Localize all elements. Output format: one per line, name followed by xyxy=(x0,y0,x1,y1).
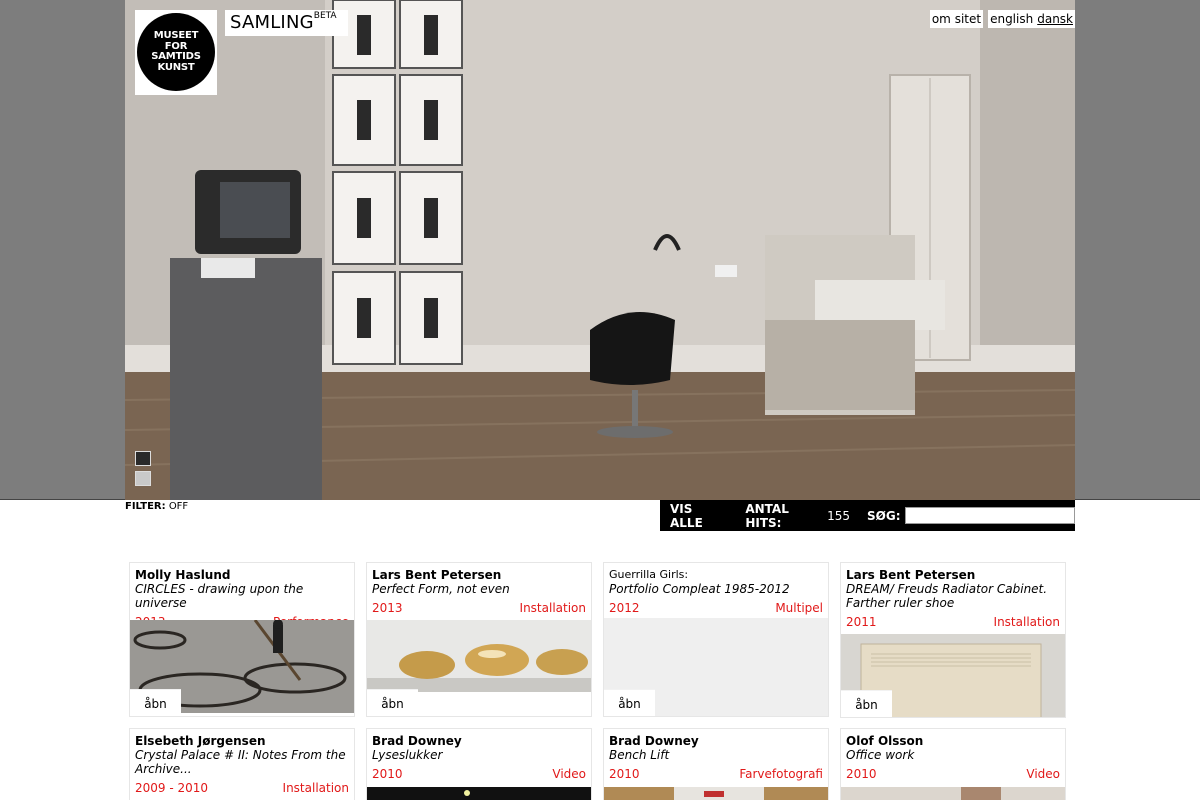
about-link-box: om sitet xyxy=(929,10,984,28)
artwork-card[interactable]: Lars Bent Petersen Perfect Form, not eve… xyxy=(366,562,592,717)
logo-line: MUSEET xyxy=(153,30,199,41)
card-artist: Olof Olsson xyxy=(846,734,924,748)
card-title: DREAM/ Freuds Radiator Cabinet. Farther … xyxy=(846,582,1048,610)
card-artist: Guerrilla Girls: xyxy=(609,568,689,581)
filter-label: FILTER: xyxy=(125,501,166,512)
card-artist: Elsebeth Jørgensen xyxy=(135,734,266,748)
card-title: Perfect Form, not even xyxy=(372,582,510,596)
open-button[interactable]: åbn xyxy=(841,690,892,717)
hits-label: ANTAL HITS: xyxy=(745,501,789,530)
card-category: Multipel xyxy=(775,601,823,615)
artwork-card[interactable]: Brad Downey Lyseslukker 2010 Video xyxy=(366,728,592,800)
show-all-button[interactable]: VIS ALLE xyxy=(670,502,724,530)
card-category: Installation xyxy=(993,615,1060,629)
card-year: 2013 xyxy=(372,601,403,615)
artwork-card[interactable]: Lars Bent Petersen DREAM/ Freuds Radiato… xyxy=(840,562,1066,718)
card-title: Office work xyxy=(846,748,915,762)
card-artist: Brad Downey xyxy=(372,734,462,748)
card-category: Farvefotografi xyxy=(739,767,823,781)
search-bar: VIS ALLE ANTAL HITS: 155 SØG: xyxy=(660,500,1075,531)
search-label: SØG: xyxy=(867,508,901,523)
logo-line: SAMTIDS xyxy=(151,51,201,62)
open-button[interactable]: åbn xyxy=(604,689,655,716)
artwork-card[interactable]: Olof Olsson Office work 2010 Video xyxy=(840,728,1066,800)
slide-dot[interactable] xyxy=(135,471,151,486)
artwork-card[interactable]: Brad Downey Bench Lift 2010 Farvefotograf… xyxy=(603,728,829,800)
site-title[interactable]: SAMLINGBETA xyxy=(225,10,348,36)
card-year: 2010 xyxy=(372,767,403,781)
card-year: 2009 - 2010 xyxy=(135,781,209,795)
card-category: Video xyxy=(1026,767,1060,781)
card-artist: Molly Haslund xyxy=(135,568,231,582)
card-category: Installation xyxy=(519,601,586,615)
filter-toggle[interactable]: FILTER: OFF xyxy=(125,501,188,512)
artwork-card[interactable]: Guerrilla Girls: Portfolio Compleat 1985… xyxy=(603,562,829,717)
language-switcher: english dansk xyxy=(988,10,1075,28)
card-category: Video xyxy=(552,767,586,781)
card-thumbnail[interactable] xyxy=(841,787,1065,800)
card-year: 2010 xyxy=(609,767,640,781)
gallery-room-photo xyxy=(125,0,1075,500)
logo-line: KUNST xyxy=(157,61,195,73)
about-link[interactable]: om sitet xyxy=(932,12,981,26)
card-year: 2011 xyxy=(846,615,877,629)
museum-logo[interactable]: MUSEET FOR SAMTIDS KUNST xyxy=(135,10,217,95)
open-button[interactable]: åbn xyxy=(130,689,181,716)
video-still xyxy=(464,790,470,796)
card-title: Crystal Palace # II: Notes From the Arch… xyxy=(135,748,346,776)
language-english-link[interactable]: english xyxy=(990,12,1033,26)
artwork-card[interactable]: Elsebeth Jørgensen Crystal Palace # II: … xyxy=(129,728,355,800)
card-artist: Brad Downey xyxy=(609,734,699,748)
artwork-card[interactable]: Molly Haslund CIRCLES - drawing upon the… xyxy=(129,562,355,717)
card-category: Installation xyxy=(282,781,349,795)
card-thumbnail[interactable] xyxy=(367,620,591,692)
bench-photo xyxy=(604,787,828,800)
card-year: 2012 xyxy=(609,601,640,615)
language-dansk-link[interactable]: dansk xyxy=(1037,12,1073,26)
card-title: Bench Lift xyxy=(609,748,670,762)
card-title: Lyseslukker xyxy=(372,748,443,762)
filter-state: OFF xyxy=(168,501,189,512)
site-title-text: SAMLING xyxy=(230,12,314,33)
search-input[interactable] xyxy=(904,507,1075,524)
card-artist: Lars Bent Petersen xyxy=(846,568,976,582)
card-title: Portfolio Compleat 1985-2012 xyxy=(609,582,790,596)
card-artist: Lars Bent Petersen xyxy=(372,568,502,582)
card-thumbnail[interactable] xyxy=(367,787,591,800)
open-button[interactable]: åbn xyxy=(367,689,418,716)
office-work-still xyxy=(841,787,1065,800)
logo-emblem: MUSEET FOR SAMTIDS KUNST xyxy=(137,13,215,91)
beta-badge: BETA xyxy=(313,11,337,21)
hero-image xyxy=(125,0,1075,500)
card-thumbnail[interactable] xyxy=(604,787,828,800)
top-nav: om sitet english dansk xyxy=(929,10,1075,28)
slide-dot-active[interactable] xyxy=(135,451,151,466)
hits-count: 155 xyxy=(827,508,851,523)
card-title: CIRCLES - drawing upon the universe xyxy=(135,582,304,610)
card-year: 2010 xyxy=(846,767,877,781)
gold-forms-photo xyxy=(367,620,591,692)
